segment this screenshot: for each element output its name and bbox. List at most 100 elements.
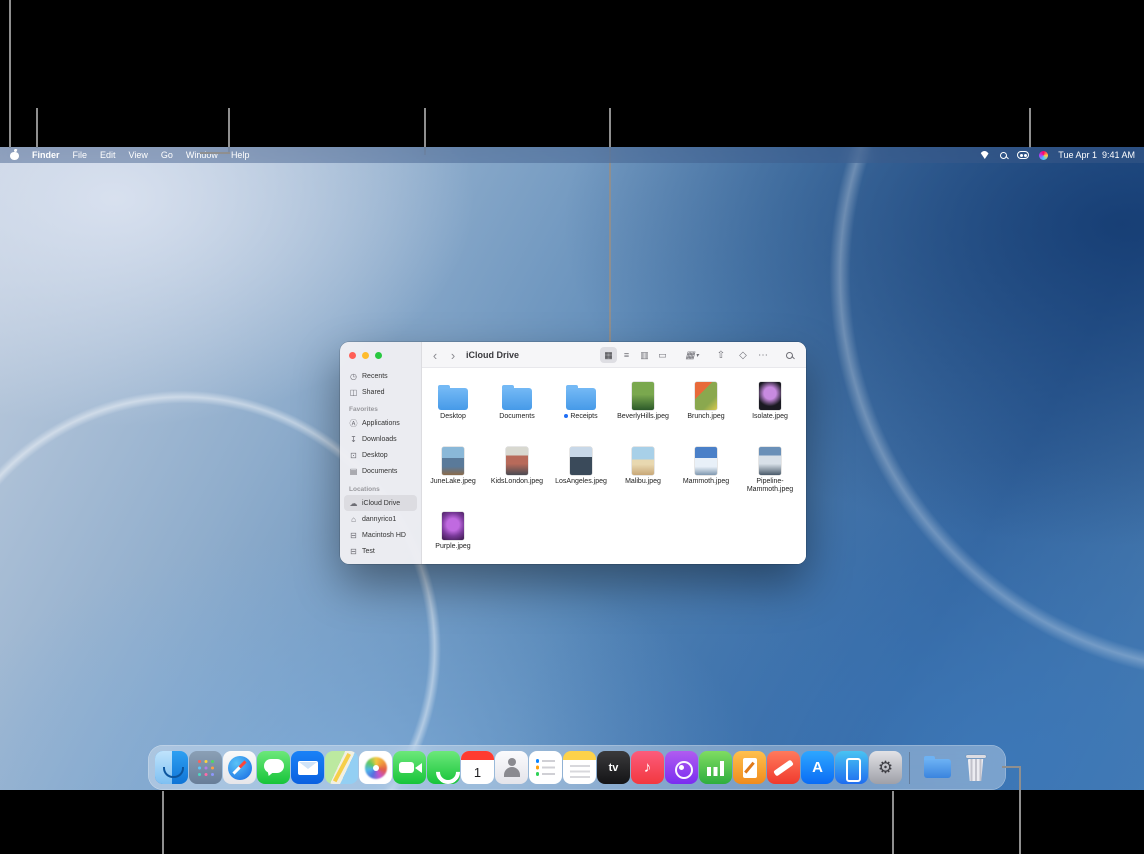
folder-icon (502, 388, 532, 410)
file-label: Pipeline-Mammoth.jpeg (742, 478, 798, 494)
dock-messages-icon[interactable] (257, 751, 290, 784)
dock-mail-icon[interactable] (291, 751, 324, 784)
close-button[interactable] (349, 352, 356, 359)
dock-music-icon[interactable]: ♪ (631, 751, 664, 784)
menu-bar-clock[interactable]: Tue Apr 1 9:41 AM (1058, 150, 1135, 160)
menu-edit[interactable]: Edit (100, 150, 116, 160)
callout-trash-line-vertical (1019, 766, 1021, 854)
dock-calendar-icon[interactable]: 1 (461, 751, 494, 784)
menu-help[interactable]: Help (231, 150, 250, 160)
sidebar-item-applications[interactable]: Ⓐ Applications (344, 415, 417, 431)
dock-tv-icon[interactable]: tv (597, 751, 630, 784)
disk-icon: ⊟ (349, 547, 358, 556)
sidebar-item-shared[interactable]: ◫ Shared (344, 384, 417, 400)
dock-downloads-icon[interactable] (921, 751, 954, 784)
sidebar-item-documents[interactable]: ▤ Documents (344, 463, 417, 479)
sidebar-item-label: Macintosh HD (362, 532, 406, 539)
menu-view[interactable]: View (129, 150, 148, 160)
callout-status-menus-line (1029, 108, 1031, 148)
dock-news-icon[interactable] (767, 751, 800, 784)
dock-maps-icon[interactable] (325, 751, 358, 784)
sidebar-item-label: Recents (362, 373, 388, 380)
dock-launchpad-icon[interactable] (189, 751, 222, 784)
more-button[interactable]: ⋯ (754, 342, 772, 368)
dock-finder-icon[interactable] (155, 751, 188, 784)
sidebar-item-macintosh-hd[interactable]: ⊟ Macintosh HD (344, 527, 417, 543)
sidebar-item-test[interactable]: ⊟ Test (344, 543, 417, 559)
dock-facetime-icon[interactable] (393, 751, 426, 784)
back-button[interactable]: ‹ (426, 342, 444, 368)
file-beverlyhills[interactable]: BeverlyHills.jpeg (615, 380, 671, 421)
menu-go[interactable]: Go (161, 150, 173, 160)
downloads-icon: ↧ (349, 435, 358, 444)
gallery-view-button[interactable]: ▭ (654, 347, 671, 363)
sidebar-item-icloud-drive[interactable]: ☁ iCloud Drive (344, 495, 417, 511)
gear-icon: ⚙ (869, 751, 902, 784)
file-documents-folder[interactable]: Documents (489, 380, 545, 421)
list-view-button[interactable]: ≡ (618, 347, 635, 363)
spotlight-search-icon[interactable] (1000, 152, 1007, 159)
file-kidslondon[interactable]: KidsLondon.jpeg (489, 445, 545, 486)
dock-podcasts-icon[interactable] (665, 751, 698, 784)
file-grid: Desktop Documents Receipts BeverlyHills.… (422, 368, 806, 564)
sidebar-item-home[interactable]: ⌂ dannyrico1 (344, 511, 417, 527)
sidebar-item-label: Downloads (362, 436, 397, 443)
apple-menu-icon[interactable] (10, 150, 19, 160)
file-purple[interactable]: Purple.jpeg (425, 510, 481, 551)
file-label: Brunch.jpeg (678, 413, 734, 421)
sidebar-item-downloads[interactable]: ↧ Downloads (344, 431, 417, 447)
dock-divider (909, 752, 910, 784)
menu-file[interactable]: File (73, 150, 88, 160)
dock-iphone-mirroring-icon[interactable] (835, 751, 868, 784)
callout-apple-menu-line (9, 0, 11, 148)
minimize-button[interactable] (362, 352, 369, 359)
dock-notes-icon[interactable] (563, 751, 596, 784)
wifi-icon[interactable] (979, 151, 990, 159)
icon-view-button[interactable]: ▦ (600, 347, 617, 363)
share-button[interactable]: ⇧ (712, 342, 730, 368)
status-menus: Tue Apr 1 9:41 AM (979, 150, 1135, 160)
file-label: Receipts (553, 413, 609, 421)
dock-photos-icon[interactable] (359, 751, 392, 784)
app-menu-finder[interactable]: Finder (32, 150, 60, 160)
control-center-icon[interactable] (1017, 151, 1029, 159)
sidebar-item-desktop[interactable]: ⊡ Desktop (344, 447, 417, 463)
dock-numbers-icon[interactable] (699, 751, 732, 784)
sidebar-item-recents[interactable]: ◷ Recents (344, 368, 417, 384)
file-losangeles[interactable]: LosAngeles.jpeg (553, 445, 609, 486)
figure-canvas: Finder File Edit View Go Window Help Tue… (0, 0, 1144, 854)
file-receipts-folder[interactable]: Receipts (553, 380, 609, 421)
group-button[interactable]: ▦▾ (680, 342, 704, 368)
applications-icon: Ⓐ (349, 418, 358, 429)
search-button[interactable] (780, 342, 798, 368)
zoom-button[interactable] (375, 352, 382, 359)
dock-app-store-icon[interactable]: A (801, 751, 834, 784)
app-store-glyph: A (801, 751, 834, 784)
dock-system-settings-icon[interactable]: ⚙ (869, 751, 902, 784)
sidebar-item-label: Desktop (362, 452, 388, 459)
dock-phone-icon[interactable] (427, 751, 460, 784)
tag-button[interactable]: ◇ (734, 342, 752, 368)
dock-reminders-icon[interactable] (529, 751, 562, 784)
file-label: LosAngeles.jpeg (553, 478, 609, 486)
file-desktop-folder[interactable]: Desktop (425, 380, 481, 421)
disk-icon: ⊟ (349, 531, 358, 540)
folder-icon (566, 388, 596, 410)
dock-pages-icon[interactable] (733, 751, 766, 784)
file-isolate[interactable]: Isolate.jpeg (742, 380, 798, 421)
dock: 1 tv ♪ A ⚙ (148, 745, 1006, 790)
forward-button[interactable]: › (444, 342, 462, 368)
sync-status-dot (564, 414, 568, 418)
image-thumbnail (759, 447, 781, 475)
file-malibu[interactable]: Malibu.jpeg (615, 445, 671, 486)
file-brunch[interactable]: Brunch.jpeg (678, 380, 734, 421)
column-view-button[interactable]: ▥ (636, 347, 653, 363)
dock-contacts-icon[interactable] (495, 751, 528, 784)
file-pipeline-mammoth[interactable]: Pipeline-Mammoth.jpeg (742, 445, 798, 494)
file-mammoth[interactable]: Mammoth.jpeg (678, 445, 734, 486)
file-junelake[interactable]: JuneLake.jpeg (425, 445, 481, 486)
image-thumbnail (695, 382, 717, 410)
dock-safari-icon[interactable] (223, 751, 256, 784)
dock-trash-icon[interactable] (959, 751, 992, 784)
siri-icon[interactable] (1039, 151, 1048, 160)
